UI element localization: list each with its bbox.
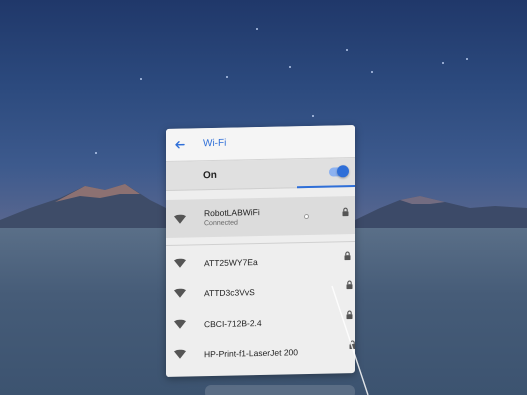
lock-icon [346, 280, 353, 290]
star [312, 115, 314, 117]
floor-panel [205, 385, 355, 395]
wifi-card: Wi-Fi On RobotLABWiFi Connected ATT25WY7… [166, 125, 355, 377]
wifi-settings-panel: Wi-Fi On RobotLABWiFi Connected ATT25WY7… [166, 125, 355, 377]
network-name: HP-Print-f1-LaserJet 200 [204, 347, 299, 360]
network-name: ATT25WY7Ea [204, 257, 258, 269]
lock-icon [346, 310, 353, 320]
network-item[interactable]: CBCI-712B-2.4 [166, 305, 355, 339]
wifi-signal-icon [174, 288, 186, 298]
star [442, 62, 444, 64]
network-name: RobotLABWiFi [204, 207, 260, 219]
switch-knob [337, 165, 349, 178]
star [140, 78, 142, 80]
star [95, 152, 97, 154]
star [466, 58, 468, 60]
network-item[interactable]: HP-Print-f1-LaserJet 200 [166, 335, 355, 369]
wifi-signal-icon [174, 258, 186, 268]
lock-icon [349, 340, 355, 350]
page-title: Wi-Fi [203, 137, 227, 150]
wifi-signal-icon [174, 349, 186, 359]
network-item[interactable]: ATT25WY7Ea [166, 245, 355, 279]
star [289, 66, 291, 68]
status-dot [304, 214, 309, 220]
back-button[interactable] [172, 137, 188, 153]
wifi-toggle-label: On [203, 169, 217, 182]
star [226, 76, 228, 78]
network-name: CBCI-712B-2.4 [204, 317, 262, 330]
network-item-connected[interactable]: RobotLABWiFi Connected [166, 196, 355, 238]
star [256, 28, 258, 30]
star [346, 49, 348, 51]
toggle-accent-line [297, 185, 355, 189]
arrow-left-icon [175, 141, 185, 149]
wifi-signal-icon [174, 319, 186, 329]
network-item[interactable]: ATTD3c3VvS [166, 275, 355, 309]
star [371, 71, 373, 73]
wifi-signal-icon [174, 214, 186, 224]
lock-icon [344, 251, 351, 261]
lock-icon [342, 207, 349, 217]
network-name: ATTD3c3VvS [204, 287, 255, 299]
wifi-toggle-switch[interactable] [329, 165, 349, 178]
panel-header: Wi-Fi [166, 125, 355, 162]
network-status: Connected [204, 219, 238, 228]
